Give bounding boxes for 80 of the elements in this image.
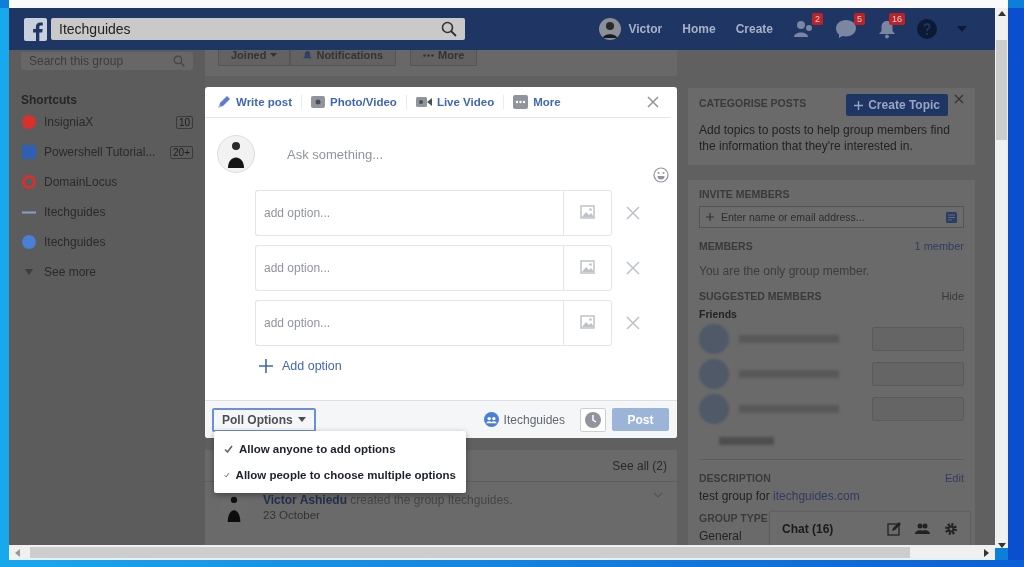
composer-tab[interactable]: More: [513, 95, 570, 109]
search-icon: [441, 21, 457, 37]
logo-icon[interactable]: [24, 17, 47, 41]
menu-item[interactable]: Allow people to choose multiple options: [214, 462, 466, 488]
pencil-icon: [217, 95, 231, 109]
settings-icon[interactable]: [944, 522, 958, 536]
description-text: test group for itechguides.com: [699, 489, 860, 503]
image-icon: [579, 205, 596, 221]
blurred-avatar: [699, 358, 729, 389]
profile-link[interactable]: Victor: [628, 22, 663, 36]
add-option-link[interactable]: Add option: [259, 359, 342, 373]
add-photo-button[interactable]: [563, 190, 612, 236]
search-icon: [173, 55, 185, 67]
menu-item[interactable]: Allow anyone to add options: [214, 436, 466, 462]
invite-field[interactable]: Enter name or email address...: [699, 206, 964, 228]
add-photo-button[interactable]: [563, 245, 612, 291]
chat-bar[interactable]: Chat (16): [770, 512, 970, 545]
categorise-text: Add topics to posts to help group members find the information that they're interested in.: [699, 122, 951, 154]
image-icon: [579, 260, 596, 276]
video-camera-icon: [415, 96, 432, 108]
group-type-value: General: [699, 529, 742, 543]
avatar-icon: [217, 135, 255, 173]
remove-icon[interactable]: [626, 206, 640, 220]
scroll-down-icon[interactable]: [997, 543, 1006, 548]
friends-label: Friends: [699, 308, 738, 320]
scroll-up-icon[interactable]: [997, 11, 1006, 16]
scrollbar-thumb[interactable]: [30, 547, 910, 558]
people-icon[interactable]: [915, 522, 930, 536]
chat-bubble-icon[interactable]: [835, 19, 857, 39]
avatar-icon[interactable]: [598, 18, 621, 40]
scrollbar-thumb[interactable]: [996, 40, 1007, 140]
notification-badge: 5: [854, 13, 865, 25]
composer-tab[interactable]: Photo/Video: [311, 95, 407, 109]
blurred-avatar: [699, 393, 729, 424]
poll-option-field[interactable]: add option...: [255, 245, 563, 291]
create-topic-button[interactable]: Create Topic: [846, 94, 948, 116]
group-icon: [483, 412, 499, 427]
image-icon: [579, 315, 596, 331]
plus-icon: [706, 213, 714, 221]
clock-icon: [585, 411, 601, 428]
address-book-icon: [946, 211, 957, 223]
remove-icon[interactable]: [626, 316, 640, 330]
nav-link[interactable]: Create: [735, 22, 773, 36]
close-icon[interactable]: [954, 94, 964, 104]
bell-icon: [303, 50, 313, 60]
scroll-right-icon[interactable]: [984, 548, 989, 557]
see-all-link[interactable]: See all (2): [612, 458, 667, 473]
schedule-button[interactable]: [580, 407, 606, 432]
poll-options-button[interactable]: Poll Options: [212, 407, 316, 432]
notification-badge: 2: [812, 13, 823, 25]
friends-icon[interactable]: [793, 19, 815, 39]
plus-icon: [259, 359, 273, 373]
edit-link[interactable]: Edit: [945, 472, 964, 484]
caret-icon[interactable]: [957, 26, 967, 32]
plus-icon: [854, 100, 864, 110]
emoji-icon[interactable]: [653, 167, 669, 183]
help-icon[interactable]: [917, 19, 937, 39]
audience-label[interactable]: Itechguides: [503, 412, 565, 427]
invite-input[interactable]: Enter name or email address...: [719, 210, 941, 224]
caret-icon: [270, 53, 278, 57]
poll-option-field[interactable]: add option...: [255, 190, 563, 236]
edit-icon[interactable]: [887, 522, 901, 536]
composer-tab[interactable]: Live Video: [415, 95, 505, 109]
camera-icon: [311, 95, 325, 109]
more-icon: [513, 95, 529, 109]
nav-link[interactable]: Home: [682, 22, 716, 36]
notification-badge: 16: [889, 13, 905, 25]
add-photo-button[interactable]: [563, 300, 612, 346]
close-icon[interactable]: [647, 96, 659, 108]
search-field[interactable]: Itechguides: [51, 18, 465, 40]
remove-icon[interactable]: [626, 261, 640, 275]
count-badge: 20+: [170, 145, 193, 159]
caret-icon: [297, 417, 306, 422]
poll-option-field[interactable]: add option...: [255, 300, 563, 346]
blurred-avatar: [699, 323, 729, 354]
composer-tab[interactable]: Write post: [217, 95, 302, 109]
more-icon: [423, 53, 435, 57]
scroll-left-icon[interactable]: [15, 548, 20, 557]
member-count-link[interactable]: 1 member: [914, 240, 964, 252]
website-link[interactable]: itechguides.com: [773, 489, 860, 503]
